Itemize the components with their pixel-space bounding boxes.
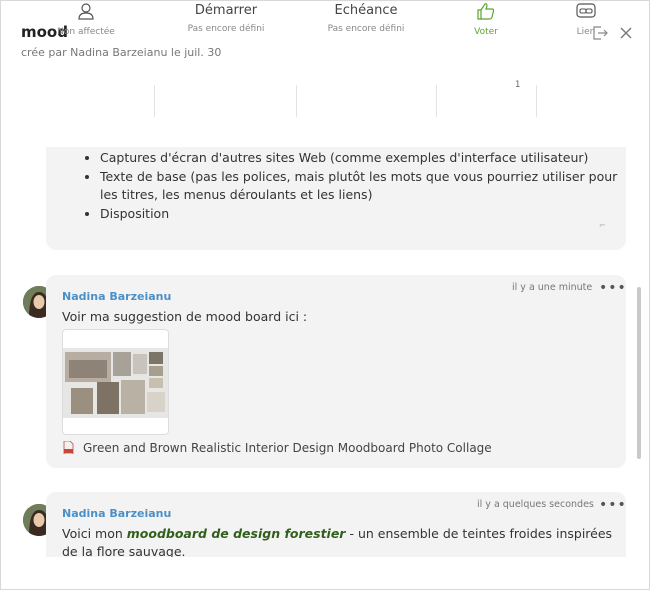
close-icon[interactable] xyxy=(618,25,634,41)
comment-card: Nadina Barzeianu il y a quelques seconde… xyxy=(46,492,626,557)
toolbar-divider xyxy=(296,85,297,117)
moodboard-preview-image xyxy=(63,348,168,418)
description-card: Captures d'écran d'autres sites Web (com… xyxy=(46,147,626,250)
toolbar-divider xyxy=(536,85,537,117)
link-button[interactable]: Lien xyxy=(561,1,611,47)
task-detail-panel: mood crée par Nadina Barzeianu le juil. … xyxy=(0,0,650,590)
attachment-link[interactable]: Green and Brown Realistic Interior Desig… xyxy=(83,441,492,455)
thumbs-up-icon xyxy=(477,3,495,20)
comment-time: il y a une minute xyxy=(512,282,593,293)
pdf-file-icon xyxy=(63,441,74,454)
toolbar-divider xyxy=(436,85,437,117)
due-sub: Pas encore défini xyxy=(327,24,405,34)
assignee-label: Non affectée xyxy=(57,27,115,37)
start-sub: Pas encore défini xyxy=(187,24,265,34)
moodboard-title: moodboard de design forestier xyxy=(126,526,346,541)
user-icon xyxy=(78,3,94,20)
resize-handle-icon[interactable]: ⌐ xyxy=(599,221,606,230)
attachment-thumbnail[interactable] xyxy=(62,329,169,435)
start-label: Démarrer xyxy=(194,3,258,18)
description-item: Texte de base (pas les polices, mais plu… xyxy=(100,168,626,205)
due-label: Echéance xyxy=(334,3,398,18)
scrollbar[interactable] xyxy=(637,287,641,459)
comment-author[interactable]: Nadina Barzeianu xyxy=(62,290,171,303)
task-subtitle: crée par Nadina Barzeianu le juil. 30 xyxy=(21,46,222,59)
start-date-button[interactable]: Démarrer Pas encore défini xyxy=(171,1,281,47)
comment-text: Voici mon moodboard de design forestier … xyxy=(62,525,618,557)
link-icon xyxy=(576,3,596,18)
comment-card: Nadina Barzeianu il y a une minute ••• V… xyxy=(46,275,626,468)
comment-more-button[interactable]: ••• xyxy=(599,281,627,295)
toolbar-divider xyxy=(154,85,155,117)
description-item: Captures d'écran d'autres sites Web (com… xyxy=(100,149,626,168)
description-item: Disposition xyxy=(100,205,626,224)
due-date-button[interactable]: Echéance Pas encore défini xyxy=(311,1,421,47)
vote-button[interactable]: Voter xyxy=(456,1,516,47)
comment-text-prefix: Voici mon xyxy=(62,526,127,541)
link-label: Lien xyxy=(576,27,596,37)
comment-text: Voir ma suggestion de mood board ici : xyxy=(62,309,308,324)
vote-count: 1 xyxy=(515,80,521,90)
comment-time: il y a quelques secondes xyxy=(477,499,594,510)
comment-author[interactable]: Nadina Barzeianu xyxy=(62,507,171,520)
vote-label: Voter xyxy=(474,27,498,37)
assignee-button[interactable]: Non affectée xyxy=(46,1,126,47)
comment-more-button[interactable]: ••• xyxy=(599,498,626,512)
